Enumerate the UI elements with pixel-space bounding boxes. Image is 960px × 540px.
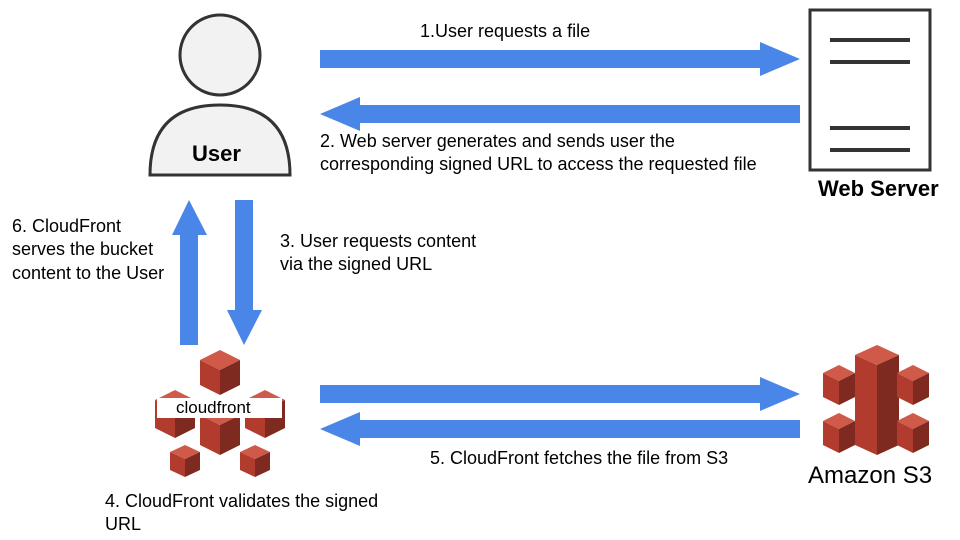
step-4-text: 4. CloudFront validates the signed URL [105,490,385,537]
user-node-label: User [192,140,241,169]
step-1-text: 1.User requests a file [420,20,780,43]
step-5-text: 5. CloudFront fetches the file from S3 [430,447,810,470]
arrow-step-6 [172,200,207,345]
arrow-step-1 [320,42,800,76]
webserver-node-label: Web Server [818,175,939,204]
step-6-text: 6. CloudFront serves the bucket content … [12,215,172,285]
step-3-text: 3. User requests content via the signed … [280,230,480,277]
arrow-step-3 [227,200,262,345]
step-2-text: 2. Web server generates and sends user t… [320,130,760,177]
arrow-step-5 [320,412,800,446]
s3-node-label: Amazon S3 [808,460,932,491]
cloudfront-node-label: cloudfront [176,397,251,419]
arrow-cf-to-s3 [320,377,800,411]
arrow-step-2 [320,97,800,131]
